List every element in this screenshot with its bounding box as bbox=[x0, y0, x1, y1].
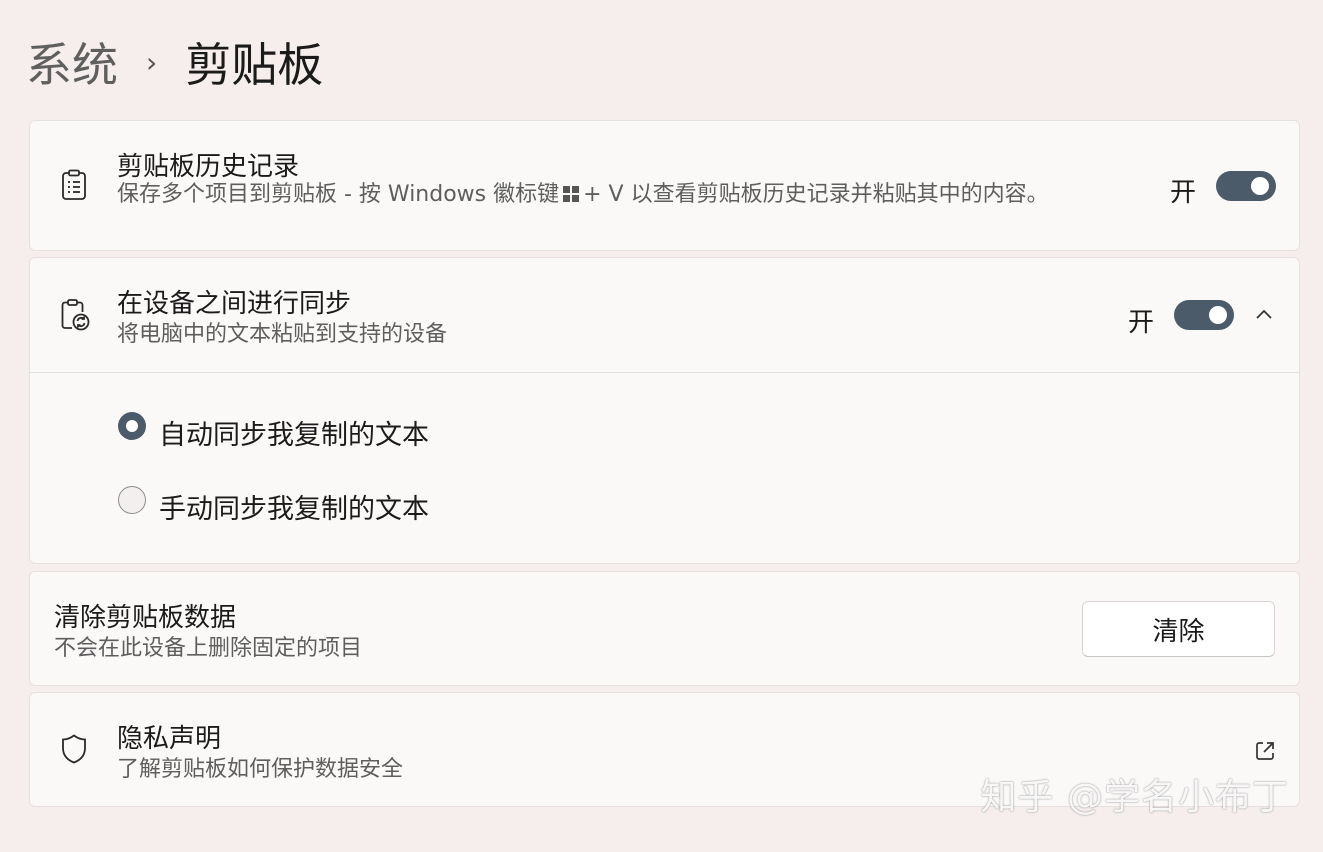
radio-manual-sync-label: 手动同步我复制的文本 bbox=[159, 494, 429, 525]
chevron-up-icon[interactable] bbox=[1254, 305, 1274, 325]
clipboard-history-title: 剪贴板历史记录 bbox=[117, 152, 300, 182]
sync-devices-title: 在设备之间进行同步 bbox=[117, 289, 352, 319]
privacy-title: 隐私声明 bbox=[117, 724, 222, 754]
toggle-knob bbox=[1251, 177, 1269, 195]
radio-manual-sync[interactable] bbox=[118, 486, 146, 514]
radio-auto-sync[interactable] bbox=[118, 412, 146, 440]
shield-icon bbox=[60, 733, 88, 765]
clipboard-history-toggle[interactable] bbox=[1216, 171, 1276, 201]
breadcrumb-parent-system[interactable]: 系统 bbox=[26, 42, 118, 88]
sync-devices-desc: 将电脑中的文本粘贴到支持的设备 bbox=[117, 322, 448, 347]
clipboard-sync-icon bbox=[60, 298, 90, 331]
clipboard-history-desc-part1: 保存多个项目到剪贴板 - 按 Windows 徽标键 bbox=[117, 182, 560, 207]
sync-devices-card: 在设备之间进行同步 将电脑中的文本粘贴到支持的设备 开 自动同步我复制的文本 手… bbox=[29, 257, 1300, 564]
clear-data-title: 清除剪贴板数据 bbox=[54, 603, 237, 633]
watermark: 知乎 @学名小布丁 bbox=[980, 777, 1289, 818]
breadcrumb: 系统 › 剪贴板 bbox=[26, 30, 323, 100]
breadcrumb-separator: › bbox=[146, 46, 158, 79]
clipboard-list-icon bbox=[60, 169, 88, 201]
sync-devices-toggle[interactable] bbox=[1174, 300, 1234, 330]
section-divider bbox=[30, 372, 1299, 373]
clear-button[interactable]: 清除 bbox=[1082, 601, 1275, 657]
clipboard-history-toggle-label: 开 bbox=[1170, 178, 1197, 208]
clipboard-history-desc: 保存多个项目到剪贴板 - 按 Windows 徽标键 + V 以查看剪贴板历史记录… bbox=[117, 182, 1117, 208]
privacy-desc: 了解剪贴板如何保护数据安全 bbox=[117, 757, 404, 782]
external-link-icon[interactable] bbox=[1254, 740, 1276, 762]
clear-data-card: 清除剪贴板数据 不会在此设备上删除固定的项目 清除 bbox=[29, 571, 1300, 686]
page-title: 剪贴板 bbox=[185, 38, 324, 92]
clipboard-history-desc-part2: + V 以查看剪贴板历史记录并粘贴其中的内容。 bbox=[583, 182, 1049, 207]
clear-data-desc: 不会在此设备上删除固定的项目 bbox=[54, 636, 363, 661]
radio-auto-sync-label: 自动同步我复制的文本 bbox=[159, 420, 429, 451]
toggle-knob bbox=[1209, 306, 1227, 324]
clipboard-history-card: 剪贴板历史记录 保存多个项目到剪贴板 - 按 Windows 徽标键 + V 以查… bbox=[29, 120, 1300, 251]
windows-logo-icon bbox=[563, 186, 580, 202]
sync-devices-toggle-label: 开 bbox=[1128, 308, 1155, 338]
